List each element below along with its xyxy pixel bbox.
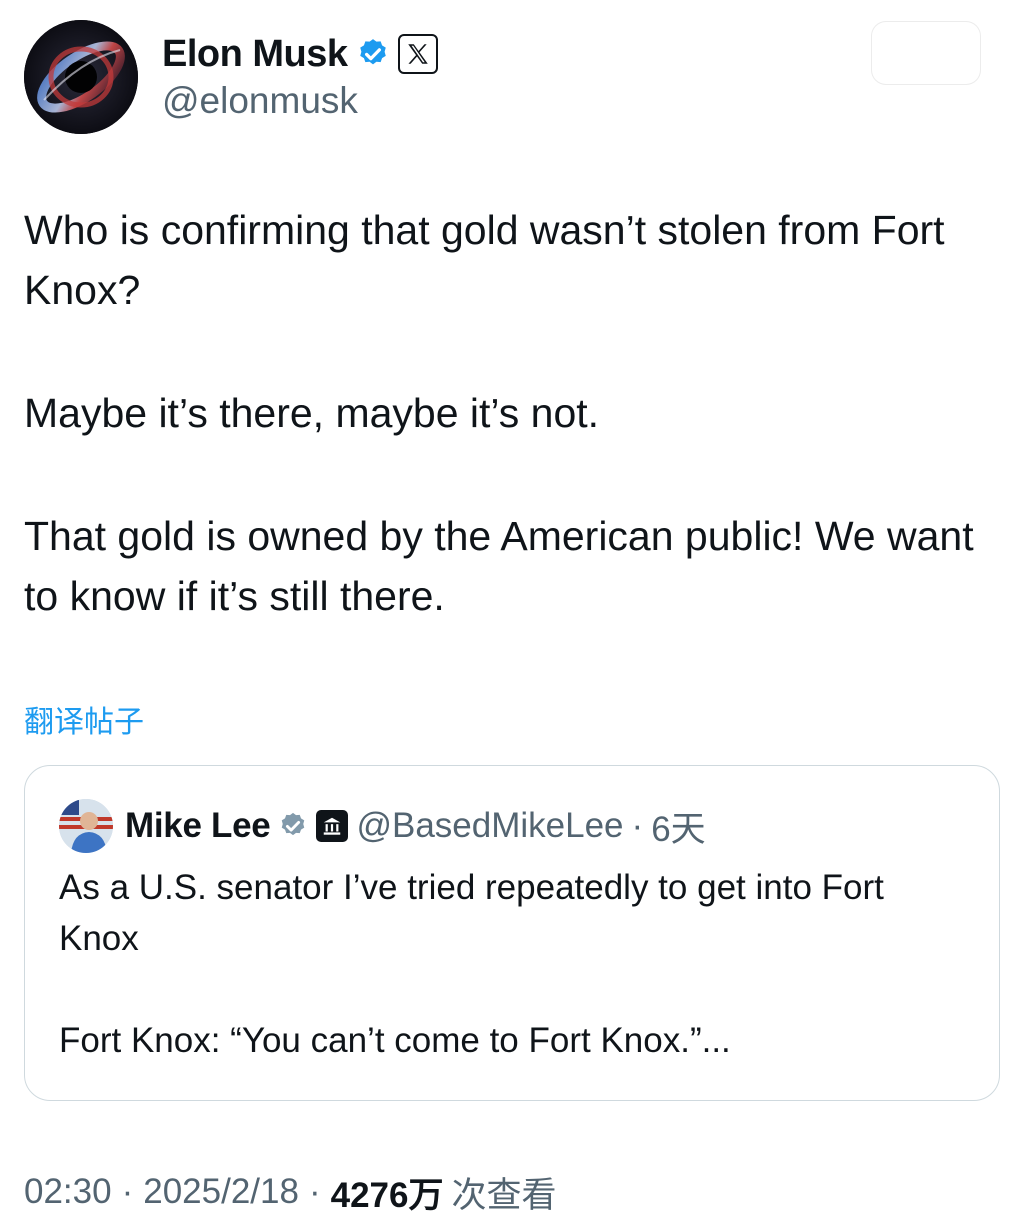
quoted-paragraph: Fort Knox: “You can’t come to Fort Knox.… xyxy=(59,1021,731,1060)
black-hole-avatar-icon xyxy=(24,20,138,134)
quoted-tweet-text: As a U.S. senator I’ve tried repeatedly … xyxy=(59,862,969,1117)
tweet-date[interactable]: 2025/2/18 xyxy=(143,1172,299,1212)
separator-dot: · xyxy=(308,1172,321,1211)
views-count[interactable]: 4276万 xyxy=(331,1167,444,1218)
tweet-paragraph: That gold is owned by the American publi… xyxy=(24,513,974,619)
quoted-tweet-time[interactable]: 6天 xyxy=(651,801,705,852)
quoted-author-name[interactable]: Mike Lee xyxy=(125,806,271,846)
verified-badge-icon xyxy=(278,811,308,841)
separator-dot: · xyxy=(631,806,644,845)
x-logo-icon xyxy=(397,34,438,74)
quoted-author-handle[interactable]: @BasedMikeLee xyxy=(356,806,623,846)
separator-dot: · xyxy=(121,1172,134,1211)
quoted-tweet-header: Mike Lee @BasedMikeLee · 6天 xyxy=(59,798,706,854)
verified-badge-icon xyxy=(356,37,390,71)
tweet-text: Who is confirming that gold wasn’t stole… xyxy=(24,200,994,689)
author-avatar[interactable] xyxy=(24,20,138,134)
tweet-paragraph: Who is confirming that gold wasn’t stole… xyxy=(24,207,945,313)
tweet-meta: 02:30 · 2025/2/18 · 4276万 次查看 xyxy=(24,1167,557,1217)
tweet-time[interactable]: 02:30 xyxy=(24,1172,112,1212)
author-name-row: Elon Musk xyxy=(162,30,438,78)
tweet-paragraph: Maybe it’s there, maybe it’s not. xyxy=(24,390,600,436)
author-handle[interactable]: @elonmusk xyxy=(162,80,358,122)
follow-button[interactable] xyxy=(872,22,980,84)
government-building-icon xyxy=(316,810,349,842)
author-display-name[interactable]: Elon Musk xyxy=(162,33,348,76)
person-avatar-icon xyxy=(59,799,113,853)
quoted-tweet-card[interactable]: Mike Lee @BasedMikeLee · 6天 As a U.S. se… xyxy=(24,765,1000,1101)
translate-post-link[interactable]: 翻译帖子 xyxy=(24,697,144,741)
quoted-author-avatar[interactable] xyxy=(59,799,113,853)
quoted-paragraph: As a U.S. senator I’ve tried repeatedly … xyxy=(59,868,884,958)
views-label: 次查看 xyxy=(451,1175,557,1215)
